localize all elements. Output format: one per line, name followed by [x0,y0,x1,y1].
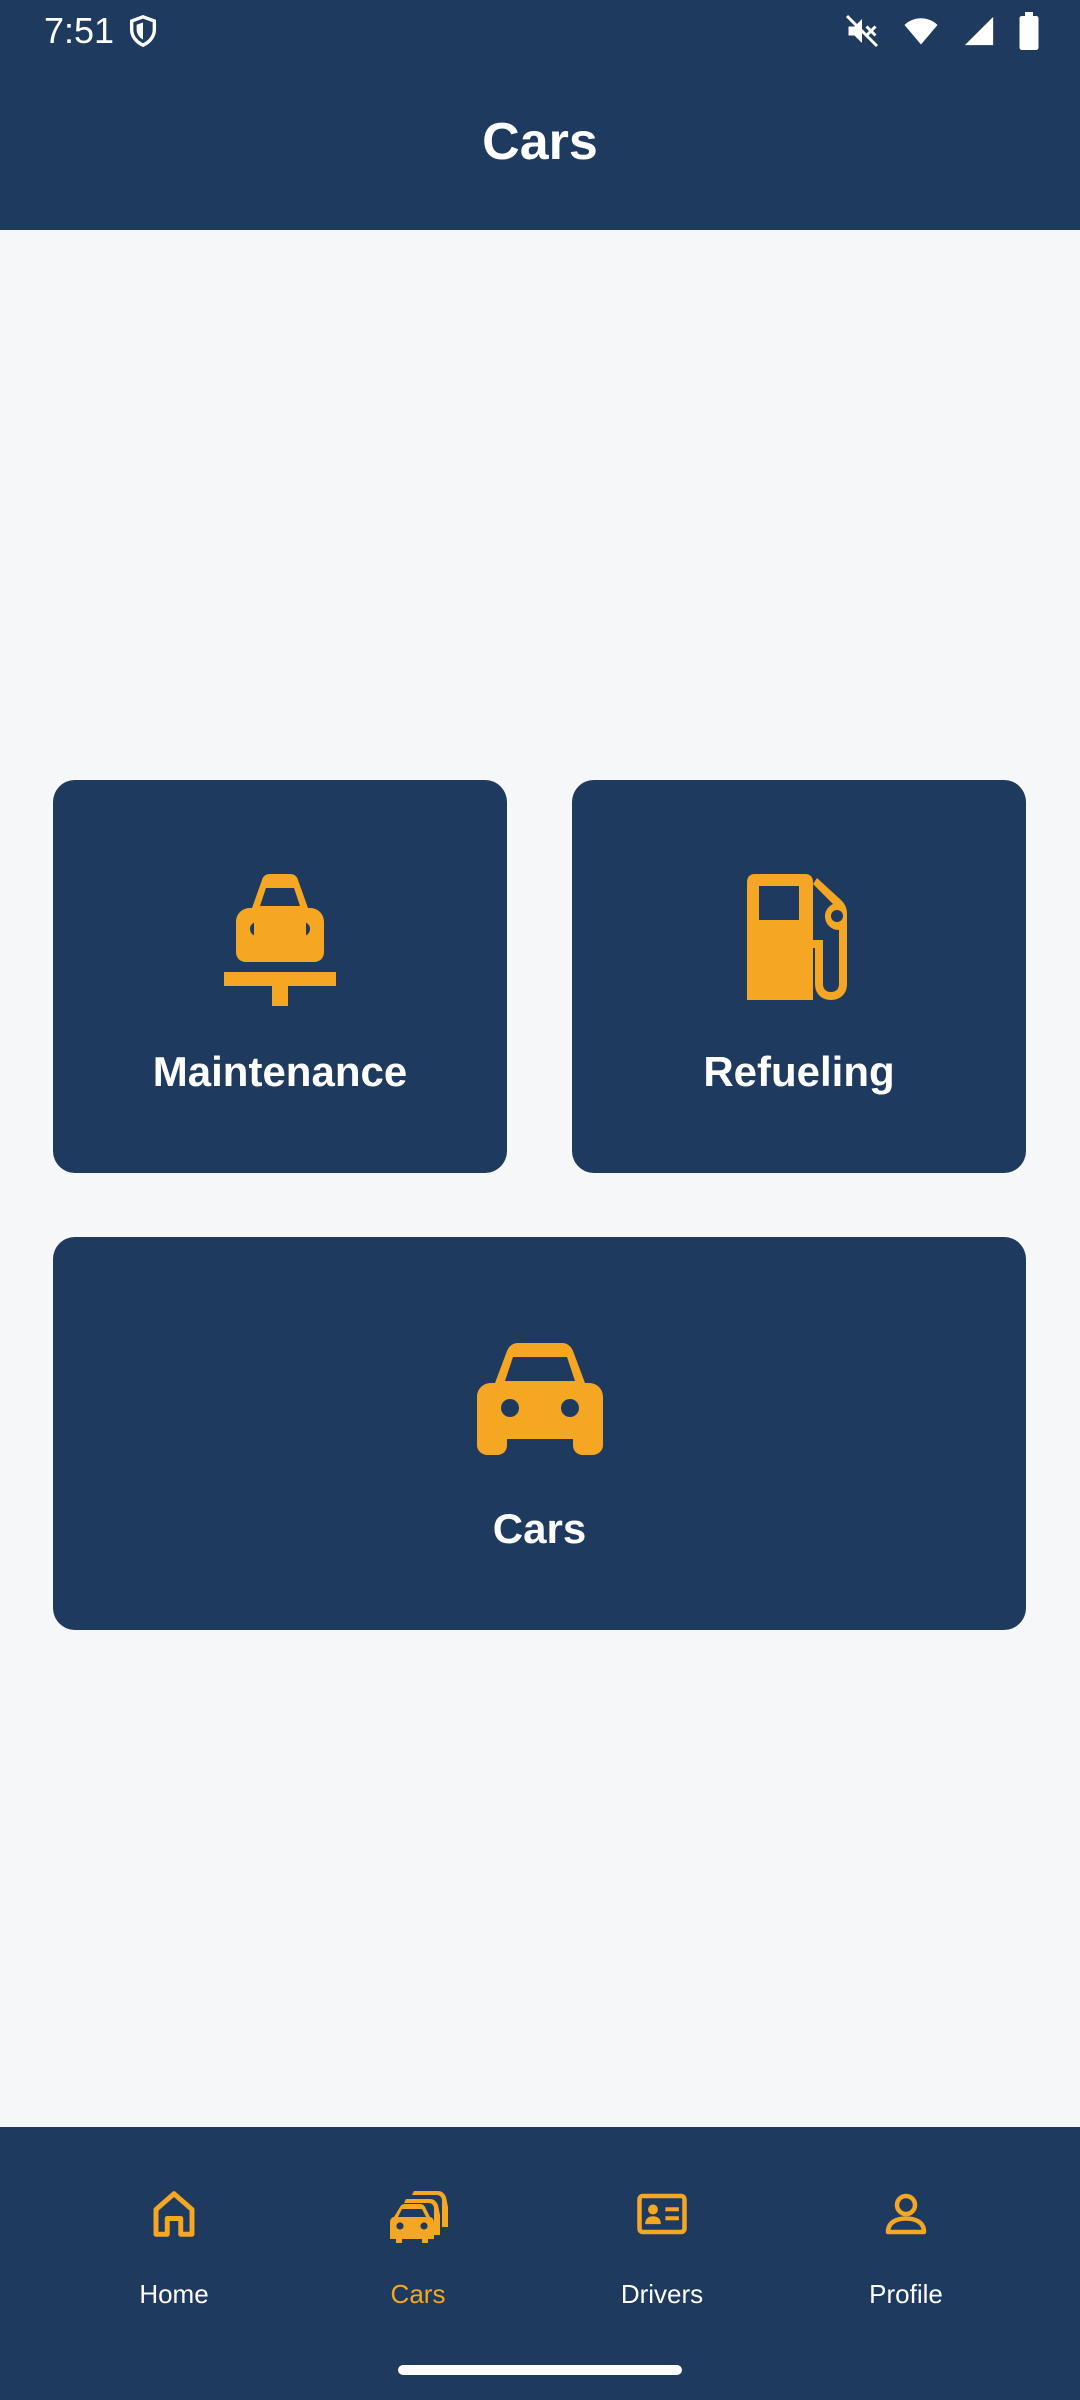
battery-icon [1019,12,1039,50]
cars-tile[interactable]: Cars [53,1237,1026,1630]
cars-icon [390,2191,448,2243]
nav-item-cars[interactable]: Cars [298,2167,538,2317]
maintenance-tile[interactable]: Maintenance [53,780,507,1173]
nav-label-profile: Profile [869,2279,943,2309]
nav-label-home: Home [139,2279,209,2309]
id-card-icon [637,2193,687,2235]
nav-item-drivers[interactable]: Drivers [542,2167,782,2317]
nav-label-cars: Cars [390,2279,446,2309]
car-icon [476,1343,603,1455]
tile-label-refueling: Refueling [703,1048,895,1095]
nav-item-home[interactable]: Home [54,2167,294,2317]
page-title: Cars [482,113,598,171]
nav-item-profile[interactable]: Profile [786,2167,1026,2317]
home-icon [153,2191,195,2237]
tile-label-cars: Cars [492,1505,587,1552]
shield-icon [129,15,157,48]
refueling-tile[interactable]: Refueling [572,780,1026,1173]
car-maintenance-icon [224,874,336,1006]
app-header: 7:51 Cars [0,0,1080,230]
wifi-icon [904,18,938,45]
status-bar: 7:51 [0,0,1080,62]
person-icon [885,2193,927,2235]
signal-icon [964,16,994,46]
gas-station-icon [747,874,847,1000]
home-indicator[interactable] [398,2365,682,2375]
status-time: 7:51 [44,10,115,51]
nav-label-drivers: Drivers [620,2279,704,2309]
tile-label-maintenance: Maintenance [152,1048,408,1095]
mute-icon [845,14,879,48]
bottom-navigation: Home Cars Drivers Profile [0,2127,1080,2400]
